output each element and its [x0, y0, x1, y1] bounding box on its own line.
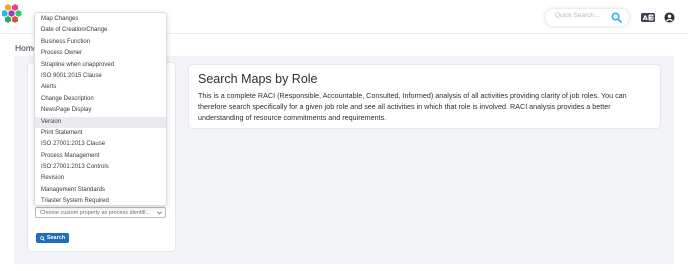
svg-text:A: A [643, 14, 648, 22]
dropdown-option[interactable]: Map Changes [35, 14, 166, 25]
dropdown-option[interactable]: Business Function [35, 37, 166, 48]
custom-property-dropdown-menu: Map Changes Date of Creation/Change Busi… [34, 12, 167, 206]
dropdown-option[interactable]: NewsPage Display [35, 105, 166, 116]
logo-hexagons-icon[interactable] [2, 4, 22, 26]
translate-icon[interactable]: A 文 [641, 13, 655, 22]
dropdown-option[interactable]: Revision [35, 173, 166, 184]
user-icon[interactable] [664, 12, 675, 23]
search-icon[interactable] [611, 12, 622, 23]
dropdown-option[interactable]: Print Statement [35, 128, 166, 139]
chevron-down-icon [157, 211, 162, 215]
dropdown-option[interactable]: ISO 9001:2015 Clause [35, 71, 166, 82]
dropdown-option-highlighted[interactable]: Version [35, 116, 166, 128]
quick-search-field[interactable]: Quick Search... [545, 9, 629, 26]
info-card: Search Maps by Role This is a complete R… [188, 64, 661, 129]
dropdown-option[interactable]: Triaster System Required [35, 196, 166, 207]
dropdown-option[interactable]: Management Standards [35, 185, 166, 196]
dropdown-option[interactable]: Strapline when unapproved [35, 60, 166, 71]
dropdown-option[interactable]: ISO 27001:2013 Controls [35, 162, 166, 173]
custom-property-select[interactable]: Choose custom property as process identi… [35, 207, 166, 218]
custom-property-select-value: Choose custom property as process identi… [40, 209, 151, 216]
svg-text:文: 文 [649, 15, 654, 22]
dropdown-option[interactable]: Process Management [35, 151, 166, 162]
search-icon [40, 235, 45, 241]
search-button[interactable]: Search [36, 233, 69, 243]
search-button-label: Search [46, 235, 66, 241]
info-card-title: Search Maps by Role [198, 72, 318, 86]
dropdown-option[interactable]: Alerts [35, 82, 166, 93]
info-card-description: This is a complete RACI (Responsible, Ac… [198, 91, 627, 122]
dropdown-option[interactable]: Change Description [35, 94, 166, 105]
dropdown-option[interactable]: ISO 27001:2013 Clause [35, 139, 166, 150]
dropdown-option[interactable]: Date of Creation/Change [35, 25, 166, 36]
dropdown-option[interactable]: Process Owner [35, 48, 166, 59]
quick-search-placeholder: Quick Search... [555, 12, 600, 19]
